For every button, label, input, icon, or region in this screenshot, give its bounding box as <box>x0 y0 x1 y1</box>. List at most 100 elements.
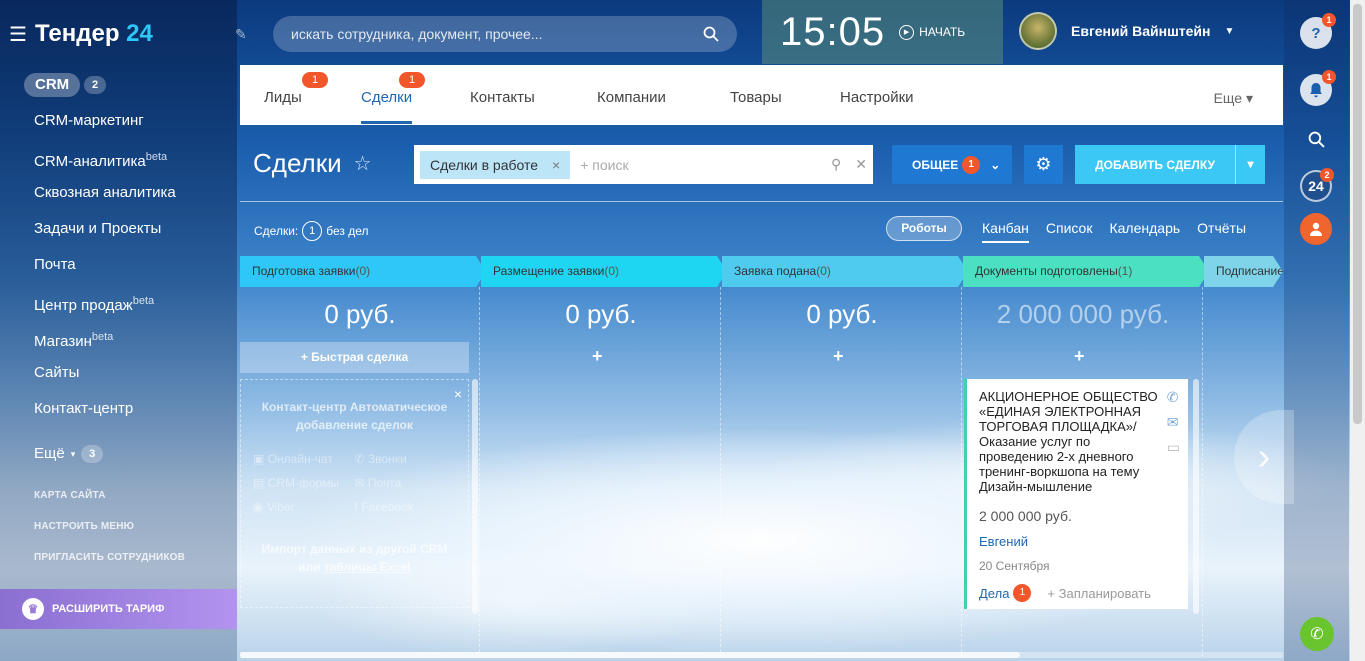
column-scrollbar[interactable] <box>472 379 478 614</box>
deal-title[interactable]: АКЦИОНЕРНОЕ ОБЩЕСТВО «ЕДИНАЯ ЭЛЕКТРОННАЯ… <box>979 389 1161 494</box>
stage-sum: 0 руб. <box>806 299 878 329</box>
stage-name: Заявка подана <box>734 264 817 278</box>
add-deal-button[interactable]: ДОБАВИТЬ СДЕЛКУ ▾ <box>1075 145 1265 184</box>
stage-count: (0) <box>355 264 371 278</box>
channel-item[interactable]: f Facebook <box>355 500 457 514</box>
search-input[interactable] <box>291 26 671 42</box>
channel-item[interactable]: ◉ Viber <box>253 500 355 514</box>
logo[interactable]: ☰ Тендер 24 <box>9 20 153 48</box>
search-icon[interactable] <box>703 26 719 42</box>
tabs-more-button[interactable]: Еще ▾ <box>1214 90 1253 107</box>
star-icon[interactable]: ☆ <box>354 151 372 176</box>
sidebar-small-link[interactable]: КАРТА САЙТА <box>34 490 185 521</box>
sidebar-item[interactable]: Сквозная аналитика <box>34 184 176 220</box>
add-deal-plus-icon[interactable]: + <box>1074 346 1085 367</box>
view-4[interactable]: Отчёты <box>1197 220 1246 243</box>
logo-text: Тендер <box>34 20 120 47</box>
sidebar-item[interactable]: CRM-маркетинг <box>34 112 176 148</box>
pencil-icon[interactable]: ✎ <box>235 26 247 43</box>
upgrade-tariff-button[interactable]: ♛ РАСШИРИТЬ ТАРИФ <box>0 589 237 629</box>
view-1[interactable]: Канбан <box>982 220 1029 243</box>
chevron-right-icon[interactable]: › <box>1234 410 1294 504</box>
channel-item[interactable]: ✆ Звонки <box>355 452 457 466</box>
close-icon[interactable]: × <box>552 151 560 179</box>
add-deal-plus-icon[interactable]: + <box>833 346 844 367</box>
avatar[interactable] <box>1019 12 1057 50</box>
bitrix24-button[interactable]: 24 2 <box>1300 168 1334 202</box>
sidebar-item[interactable]: Почта <box>34 256 176 292</box>
search-panel-button[interactable] <box>1300 123 1332 155</box>
start-day-button[interactable]: ▶ НАЧАТЬ <box>899 24 966 40</box>
deal-card[interactable]: АКЦИОНЕРНОЕ ОБЩЕСТВО «ЕДИНАЯ ЭЛЕКТРОННАЯ… <box>964 379 1188 609</box>
deal-tasks-link[interactable]: Дела 1 <box>979 584 1032 602</box>
user-menu[interactable]: Евгений Вайнштейн ▼ <box>1019 12 1234 50</box>
add-deal-label: ДОБАВИТЬ СДЕЛКУ <box>1095 157 1215 172</box>
stage-header[interactable]: Заявка подана(0) <box>722 256 968 287</box>
search-icon[interactable]: ⚲ <box>831 156 841 173</box>
channel-item[interactable]: ✉ Почта <box>355 476 457 490</box>
deals-counter-value[interactable]: 1 <box>302 221 323 241</box>
filter-search[interactable]: Сделки в работе × + поиск ⚲ ✕ <box>414 145 873 184</box>
global-search[interactable] <box>273 16 737 52</box>
sidebar-small-link[interactable]: ПРИГЛАСИТЬ СОТРУДНИКОВ <box>34 552 185 583</box>
tab-2[interactable]: Сделки 1 <box>361 72 425 124</box>
stage-header[interactable]: Размещение заявки(0) <box>481 256 727 287</box>
sidebar-item[interactable]: Сайты <box>34 364 176 400</box>
sidebar-more[interactable]: Ещё ▾ 3 <box>34 436 176 472</box>
help-button[interactable]: ? 1 <box>1300 13 1336 49</box>
sidebar-item-crm[interactable]: CRM <box>24 73 81 97</box>
stage-header[interactable]: Подписание <box>1204 256 1283 287</box>
general-category-button[interactable]: ОБЩЕЕ 1 ⌄ <box>892 145 1012 184</box>
menu-burger-icon[interactable]: ☰ <box>9 22 27 47</box>
user-profile-button[interactable] <box>1300 213 1332 245</box>
quick-deal-button[interactable]: + Быстрая сделка <box>240 342 469 373</box>
stage-header[interactable]: Документы подготовлены(1) <box>963 256 1209 287</box>
mail-icon[interactable]: ✉ <box>1167 414 1180 431</box>
sidebar-item[interactable]: Контакт-центр <box>34 400 176 436</box>
tab-4[interactable]: Компании <box>597 89 666 106</box>
view-3[interactable]: Календарь <box>1109 220 1180 243</box>
add-deal-plus-icon[interactable]: + <box>592 346 603 367</box>
help-badge: 1 <box>1322 13 1336 27</box>
view-2[interactable]: Список <box>1046 220 1093 243</box>
phone-button[interactable]: ✆ <box>1300 617 1334 651</box>
channel-item[interactable]: ▣ Онлайн-чат <box>253 452 355 466</box>
notifications-button[interactable]: 1 <box>1300 70 1336 106</box>
start-day-label: НАЧАТЬ <box>919 25 966 39</box>
kanban-horizontal-scrollbar[interactable] <box>240 652 1283 658</box>
tab-5[interactable]: Товары <box>730 89 782 106</box>
column-scrollbar[interactable] <box>1193 379 1199 614</box>
scrollbar-thumb[interactable] <box>240 652 1020 658</box>
stage-sum: 0 руб. <box>565 299 637 329</box>
channel-icon: ◉ <box>253 500 264 514</box>
tab-1[interactable]: Лиды 1 <box>264 72 328 106</box>
close-icon[interactable]: × <box>454 386 462 402</box>
deal-responsible[interactable]: Евгений <box>979 534 1176 549</box>
robots-button[interactable]: Роботы <box>886 216 962 241</box>
chat-icon[interactable]: ▭ <box>1167 439 1180 456</box>
tab-3[interactable]: Контакты <box>470 89 535 106</box>
tab-badge: 1 <box>302 72 328 88</box>
tab-6[interactable]: Настройки <box>840 89 914 106</box>
settings-button[interactable]: ⚙ <box>1024 145 1063 184</box>
sidebar-item-label: Магазин <box>34 333 92 350</box>
clear-icon[interactable]: ✕ <box>855 156 867 173</box>
beta-label: beta <box>145 151 168 163</box>
add-deal-dropdown[interactable]: ▾ <box>1235 145 1265 184</box>
scrollbar-thumb[interactable] <box>1353 4 1362 424</box>
filter-chip[interactable]: Сделки в работе × <box>420 150 571 179</box>
channel-item[interactable]: ▤ CRM-формы <box>253 476 355 490</box>
phone-icon[interactable]: ✆ <box>1167 389 1180 406</box>
filter-input[interactable]: + поиск <box>580 157 821 173</box>
import-excel-link[interactable]: таблицы Excel <box>324 560 411 574</box>
sidebar-item[interactable]: Задачи и Проекты <box>34 220 176 256</box>
sidebar-item[interactable]: Магазинbeta <box>34 328 176 364</box>
bell-icon <box>1310 83 1322 98</box>
stage-header[interactable]: Подготовка заявки(0) <box>240 256 486 287</box>
sidebar-item[interactable]: Центр продажbeta <box>34 292 176 328</box>
plan-activity-link[interactable]: + Запланировать <box>1047 586 1150 601</box>
page-scrollbar[interactable] <box>1350 0 1365 661</box>
sidebar-small-link[interactable]: НАСТРОИТЬ МЕНЮ <box>34 521 185 552</box>
sidebar-item[interactable]: CRM-аналитикаbeta <box>34 148 176 184</box>
contact-center-title: Контакт-центр Автоматическое добавление … <box>261 400 448 432</box>
